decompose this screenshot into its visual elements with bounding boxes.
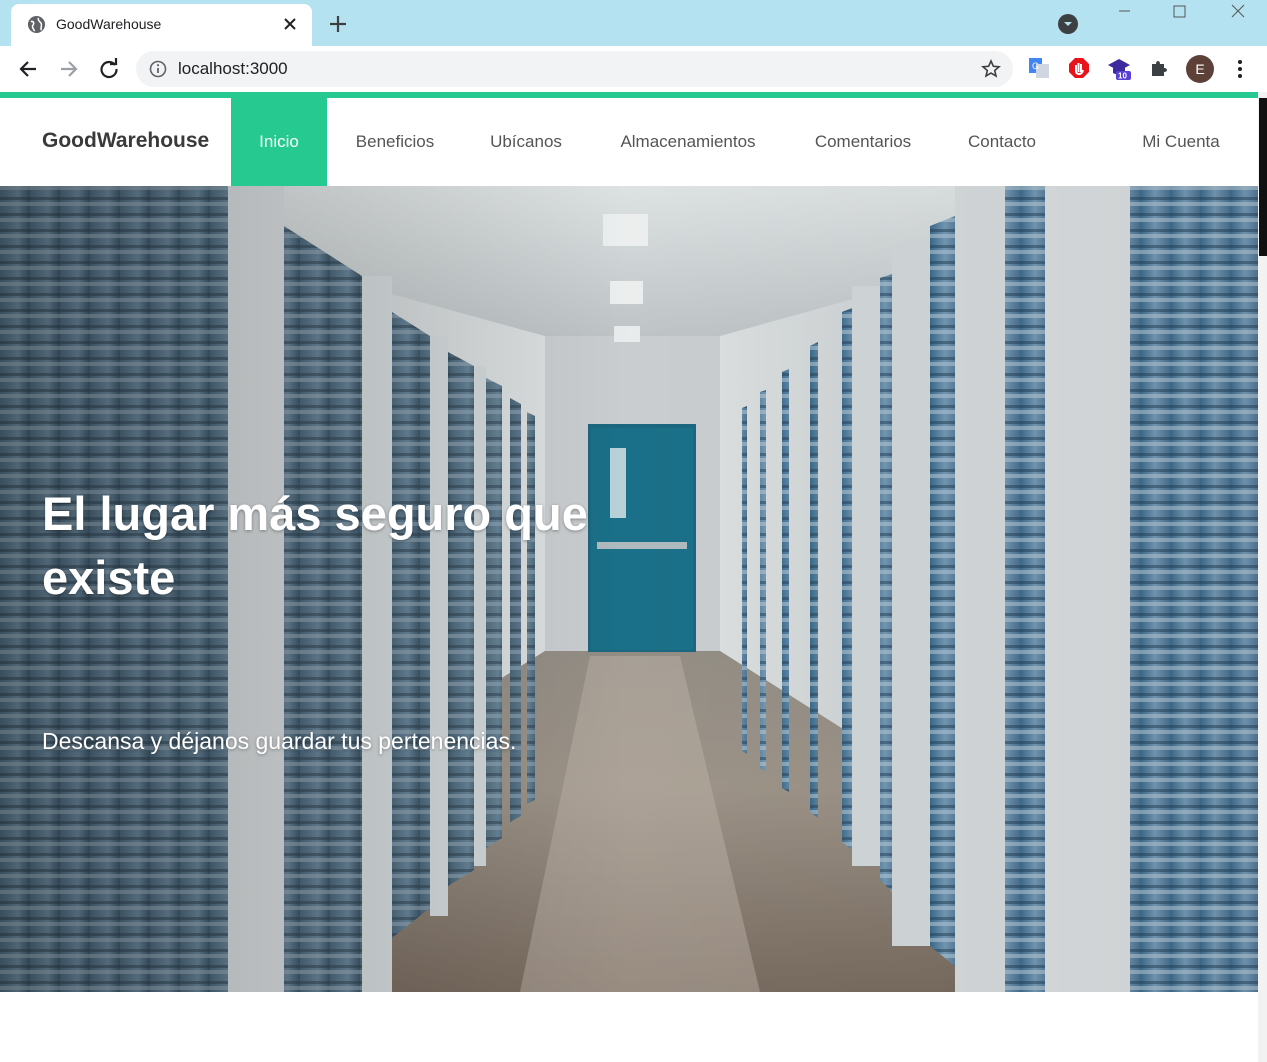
tab-search-icon[interactable]	[1058, 14, 1078, 34]
adblock-icon[interactable]	[1067, 56, 1091, 80]
tab-title: GoodWarehouse	[56, 16, 162, 32]
browser-toolbar: localhost:3000 G 10 E	[0, 46, 1267, 92]
window-close-icon[interactable]	[1210, 0, 1266, 28]
profile-avatar[interactable]: E	[1186, 55, 1214, 83]
nav-mi-cuenta[interactable]: Mi Cuenta	[1126, 98, 1236, 186]
back-arrow-icon[interactable]	[16, 56, 42, 82]
info-icon[interactable]	[149, 60, 167, 78]
new-tab-icon[interactable]	[326, 12, 350, 36]
extensions-puzzle-icon[interactable]	[1148, 56, 1172, 80]
more-menu-icon[interactable]	[1230, 56, 1250, 82]
address-bar[interactable]: localhost:3000	[136, 51, 1013, 87]
page-viewport: GoodWarehouse Inicio Beneficios Ubícanos…	[0, 92, 1267, 1062]
svg-text:G: G	[1032, 61, 1039, 71]
nav-comentarios[interactable]: Comentarios	[800, 98, 926, 186]
nav-ubicanos[interactable]: Ubícanos	[476, 98, 576, 186]
nav-inicio[interactable]: Inicio	[231, 98, 327, 186]
reload-icon[interactable]	[96, 56, 122, 82]
graduation-cap-icon[interactable]: 10	[1107, 56, 1131, 80]
maximize-icon[interactable]	[1152, 0, 1208, 28]
site-brand[interactable]: GoodWarehouse	[42, 129, 209, 153]
bookmark-star-icon[interactable]	[981, 59, 1001, 79]
translate-icon[interactable]: G	[1027, 56, 1051, 80]
hero-section: El lugar más seguro que existe Descansa …	[0, 186, 1258, 992]
site-navbar: GoodWarehouse Inicio Beneficios Ubícanos…	[0, 98, 1258, 186]
profile-initial: E	[1195, 61, 1205, 77]
nav-almacenamientos[interactable]: Almacenamientos	[603, 98, 773, 186]
close-icon[interactable]	[280, 14, 300, 34]
browser-tabstrip: GoodWarehouse	[0, 0, 1267, 46]
nav-contacto[interactable]: Contacto	[953, 98, 1051, 186]
page-scrollbar-thumb[interactable]	[1259, 98, 1267, 256]
hero-title: El lugar más seguro que existe	[42, 487, 588, 604]
nav-beneficios[interactable]: Beneficios	[340, 98, 450, 186]
hero-subtitle: Descansa y déjanos guardar tus pertenenc…	[42, 728, 517, 754]
minimize-icon[interactable]	[1097, 0, 1153, 28]
browser-tab[interactable]: GoodWarehouse	[11, 4, 312, 46]
globe-icon	[27, 15, 46, 34]
url-text: localhost:3000	[178, 59, 288, 78]
extension-badge: 10	[1118, 72, 1127, 81]
forward-arrow-icon[interactable]	[55, 56, 81, 82]
